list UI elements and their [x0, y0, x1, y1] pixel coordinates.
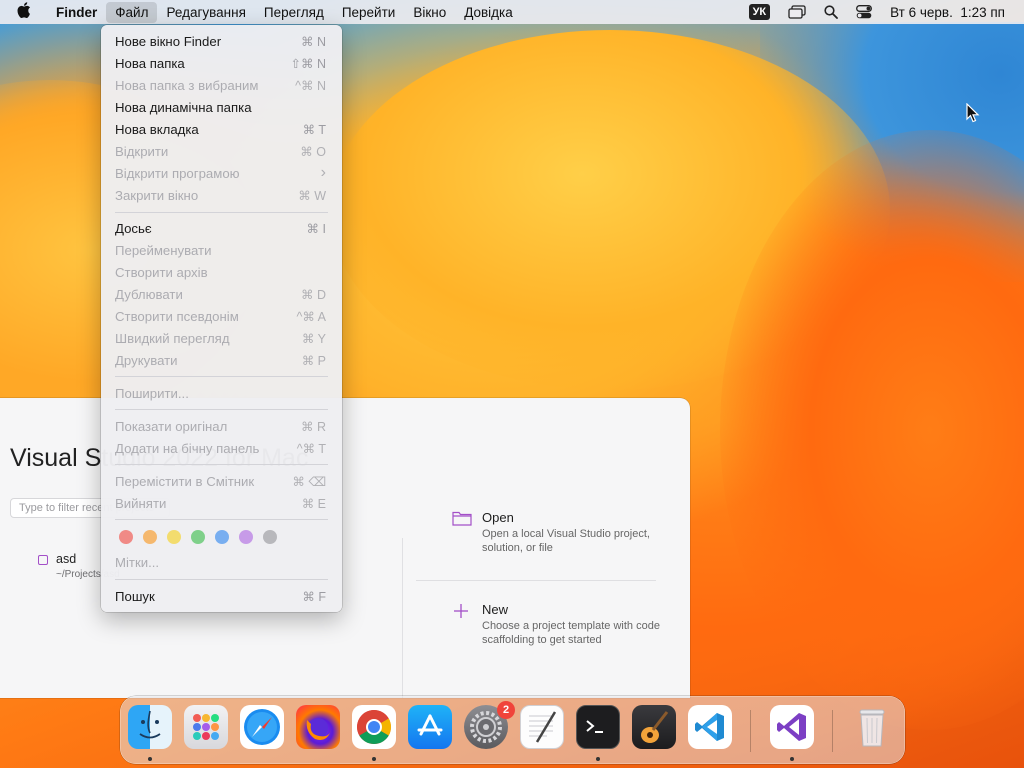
- menu-file[interactable]: Файл: [106, 1, 158, 23]
- garageband-dock-icon[interactable]: [632, 705, 676, 749]
- menu-edit[interactable]: Редагування: [157, 2, 254, 23]
- new-action-title: New: [482, 602, 509, 617]
- menu-bar: Finder Файл Редагування Перегляд Перейти…: [0, 0, 1024, 24]
- new-action-description: Choose a project template with code scaf…: [482, 620, 660, 646]
- spotlight-search-icon[interactable]: [815, 5, 847, 19]
- tag-blue[interactable]: [215, 530, 229, 544]
- menu-item-share: Поширити...: [115, 385, 189, 401]
- menu-item-add-to-sidebar: Додати на бічну панель ^⌘ T: [115, 440, 326, 456]
- tag-purple[interactable]: [239, 530, 253, 544]
- menu-separator: [115, 376, 328, 377]
- input-source[interactable]: УК: [740, 4, 780, 20]
- tag-orange[interactable]: [143, 530, 157, 544]
- mouse-cursor-icon: [966, 102, 980, 128]
- menu-item-open-with: Відкрити програмою ›: [115, 164, 326, 181]
- launchpad-dock-icon[interactable]: [184, 705, 228, 749]
- vs-divider: [402, 538, 403, 698]
- menu-view[interactable]: Перегляд: [255, 2, 333, 23]
- google-chrome-dock-icon[interactable]: [352, 705, 396, 749]
- menu-item-eject: Вийняти ⌘ E: [115, 495, 326, 511]
- menu-separator: [115, 579, 328, 580]
- menu-item-compress: Створити архів: [115, 264, 208, 280]
- menu-item-new-folder-with-selection: Нова папка з вибраним ^⌘ N: [115, 77, 326, 93]
- plus-icon: [452, 602, 470, 625]
- control-center-icon[interactable]: [847, 5, 881, 19]
- tag-yellow[interactable]: [167, 530, 181, 544]
- solution-icon: [38, 555, 48, 565]
- menu-item-print: Друкувати ⌘ P: [115, 352, 326, 368]
- trash-dock-icon[interactable]: [850, 705, 894, 749]
- apple-menu-icon[interactable]: [17, 2, 37, 22]
- tag-colors: [119, 530, 277, 544]
- actions-separator: [416, 580, 656, 581]
- menu-separator: [115, 409, 328, 410]
- menu-item-get-info[interactable]: Досьє ⌘ I: [101, 217, 342, 239]
- menu-item-tags: Мітки...: [115, 554, 160, 570]
- menu-item-move-to-trash: Перемістити в Смітник ⌘ ⌫: [115, 473, 326, 489]
- terminal-running-dot: [596, 757, 600, 761]
- tag-red[interactable]: [119, 530, 133, 544]
- visual-studio-code-dock-icon[interactable]: [688, 705, 732, 749]
- file-menu-dropdown: Нове вікно Finder ⌘ N Нова папка ⇧⌘ N Нова…: [101, 25, 342, 612]
- dock: 2: [120, 696, 905, 764]
- folder-icon: [452, 510, 472, 531]
- chrome-running-dot: [372, 757, 376, 761]
- menu-separator: [115, 519, 328, 520]
- chevron-right-icon: ›: [320, 164, 326, 181]
- menu-item-close-window: Закрити вікно ⌘ W: [115, 187, 326, 203]
- menu-item-new-smart-folder[interactable]: Нова динамічна папка: [101, 96, 342, 118]
- dock-separator: [832, 710, 833, 752]
- textedit-dock-icon[interactable]: [520, 705, 564, 749]
- safari-dock-icon[interactable]: [240, 705, 284, 749]
- recent-project-name: asd: [56, 552, 77, 566]
- menu-item-find[interactable]: Пошук ⌘ F: [101, 585, 342, 607]
- visual-studio-running-dot: [790, 757, 794, 761]
- screen-mirroring-icon[interactable]: [779, 5, 815, 19]
- menu-item-new-finder-window[interactable]: Нове вікно Finder ⌘ N: [101, 30, 342, 52]
- terminal-dock-icon[interactable]: [576, 705, 620, 749]
- dock-separator: [750, 710, 751, 752]
- visual-studio-dock-icon[interactable]: [770, 705, 814, 749]
- menu-item-new-tab[interactable]: Нова вкладка ⌘ T: [101, 118, 342, 140]
- menu-item-quick-look: Швидкий перегляд ⌘ Y: [115, 330, 326, 346]
- tag-green[interactable]: [191, 530, 205, 544]
- firefox-dock-icon[interactable]: [296, 705, 340, 749]
- menu-help[interactable]: Довідка: [455, 2, 522, 23]
- open-action-title: Open: [482, 510, 514, 525]
- menu-separator: [115, 212, 328, 213]
- menu-item-show-original: Показати оригінал ⌘ R: [115, 418, 326, 434]
- finder-dock-icon[interactable]: [128, 705, 172, 749]
- menu-separator: [115, 464, 328, 465]
- finder-running-dot: [148, 757, 152, 761]
- menu-item-open: Відкрити ⌘ O: [115, 143, 326, 159]
- menu-go[interactable]: Перейти: [333, 2, 405, 23]
- app-store-dock-icon[interactable]: [408, 705, 452, 749]
- tag-gray[interactable]: [263, 530, 277, 544]
- open-action-description: Open a local Visual Studio project, solu…: [482, 528, 650, 554]
- notification-badge: 2: [497, 701, 515, 719]
- menu-bar-clock[interactable]: Вт 6 черв. 1:23 пп: [881, 5, 1014, 20]
- app-name-finder[interactable]: Finder: [47, 2, 106, 23]
- menu-item-make-alias: Створити псевдонім ^⌘ A: [115, 308, 326, 324]
- menu-window[interactable]: Вікно: [404, 2, 455, 23]
- menu-item-rename: Перейменувати: [115, 242, 212, 258]
- menu-item-new-folder[interactable]: Нова папка ⇧⌘ N: [101, 52, 342, 74]
- menu-item-duplicate: Дублювати ⌘ D: [115, 286, 326, 302]
